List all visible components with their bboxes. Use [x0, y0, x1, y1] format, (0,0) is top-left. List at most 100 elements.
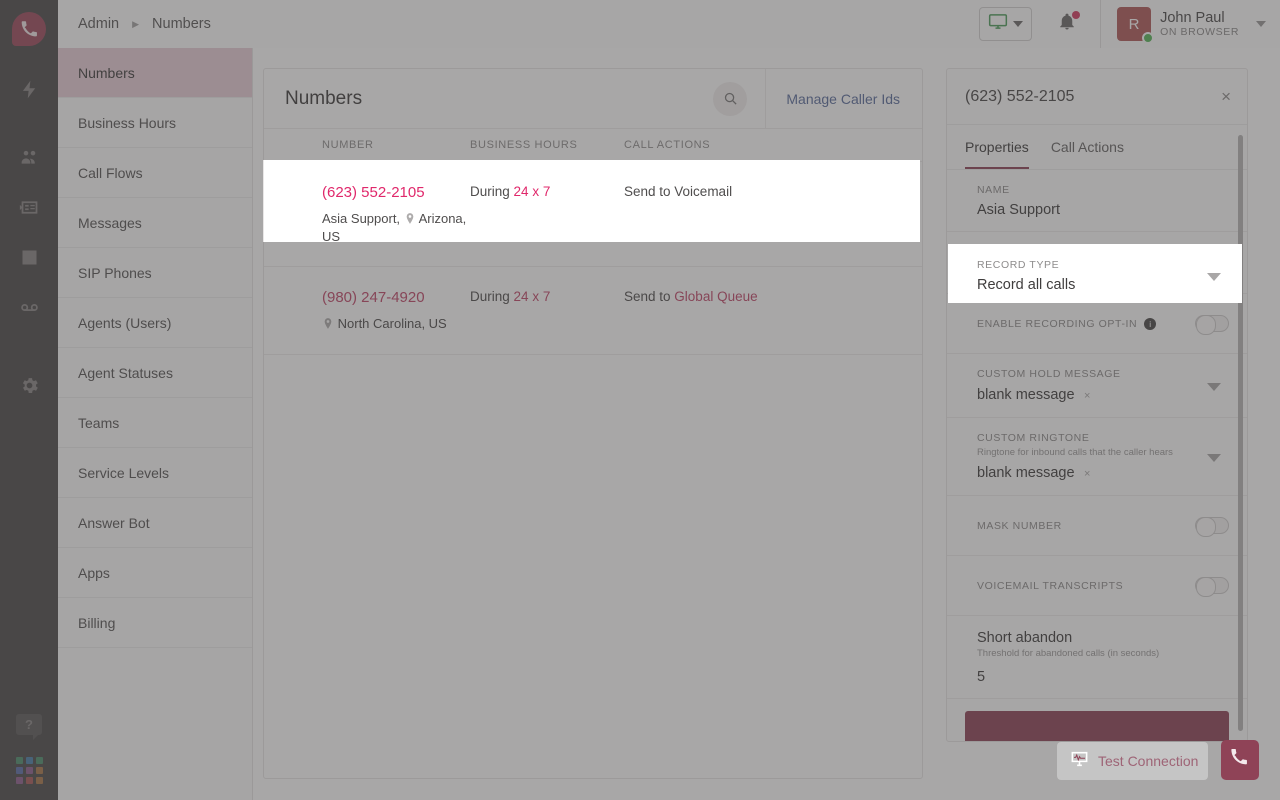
field-custom-ringtone[interactable]: CUSTOM RINGTONE Ringtone for inbound cal… [947, 418, 1247, 496]
field-voicemail-transcripts: VOICEMAIL TRANSCRIPTS [947, 556, 1247, 616]
detail-panel-title: (623) 552-2105 [965, 88, 1074, 106]
field-hint: Ringtone for inbound calls that the call… [977, 447, 1229, 458]
business-hours-cell: During 24 x 7 [470, 184, 624, 246]
lightning-bolt-icon[interactable] [0, 64, 58, 114]
action-link[interactable]: Global Queue [674, 289, 757, 304]
table-header: NUMBER BUSINESS HOURS CALL ACTIONS [264, 129, 922, 162]
page-title: Numbers [285, 88, 362, 110]
chevron-right-icon: ▶ [132, 19, 139, 30]
field-label: ENABLE RECORDING OPT-IN [977, 318, 1137, 330]
table-row[interactable]: (980) 247-4920 North Carolina, US During… [264, 267, 922, 354]
field-label: RECORD TYPE [977, 246, 1229, 258]
top-bar: Admin ▶ Numbers R [58, 0, 1280, 48]
field-custom-hold-message[interactable]: CUSTOM HOLD MESSAGE blank message × [947, 354, 1247, 418]
breadcrumb-numbers[interactable]: Numbers [152, 16, 211, 32]
action-text: Send to Voicemail [624, 184, 732, 199]
sidebar-item-label: Messages [78, 215, 142, 231]
sidebar-item-call-flows[interactable]: Call Flows [58, 148, 252, 198]
panel-scrollbar[interactable] [1238, 135, 1243, 731]
app-grid-icon[interactable] [16, 757, 43, 784]
detail-panel-header: (623) 552-2105 × [947, 69, 1247, 125]
detail-tabs: Properties Call Actions [947, 125, 1247, 170]
close-icon[interactable]: × [1221, 88, 1231, 105]
sidebar-item-label: Call Flows [78, 165, 143, 181]
number-location: North Carolina, US [338, 316, 447, 331]
voicemail-transcripts-toggle[interactable] [1195, 577, 1229, 594]
sidebar-item-sip-phones[interactable]: SIP Phones [58, 248, 252, 298]
sidebar-item-label: Agent Statuses [78, 365, 173, 381]
field-label: Short abandon [977, 630, 1229, 646]
sidebar-item-teams[interactable]: Teams [58, 398, 252, 448]
notification-badge [1072, 11, 1080, 19]
people-icon[interactable] [0, 132, 58, 182]
sidebar-item-label: Numbers [78, 65, 135, 81]
chevron-down-icon [1207, 454, 1221, 462]
bar-chart-icon[interactable] [0, 232, 58, 282]
field-value-row: blank message × [977, 386, 1229, 404]
table-row[interactable]: (623) 552-2105 Asia Support, Arizona, US… [264, 162, 922, 267]
field-record-type[interactable]: RECORD TYPE Record all calls [947, 232, 1247, 294]
help-glyph: ? [25, 717, 33, 732]
field-label: VOICEMAIL TRANSCRIPTS [977, 580, 1123, 592]
number-subtitle: Asia Support, Arizona, US [322, 211, 466, 244]
tab-properties[interactable]: Properties [965, 125, 1029, 169]
search-icon[interactable] [713, 82, 747, 116]
sidebar-item-business-hours[interactable]: Business Hours [58, 98, 252, 148]
test-connection-button[interactable]: Test Connection [1057, 742, 1208, 780]
rail-bottom-group: ? [0, 714, 58, 800]
field-value: blank message [977, 387, 1075, 403]
manage-caller-ids-link[interactable]: Manage Caller Ids [786, 91, 922, 107]
sidebar-item-label: SIP Phones [78, 265, 152, 281]
breadcrumb-admin[interactable]: Admin [78, 16, 119, 32]
sidebar-item-billing[interactable]: Billing [58, 598, 252, 648]
sidebar-item-agents[interactable]: Agents (Users) [58, 298, 252, 348]
phone-logo-icon[interactable] [12, 12, 46, 46]
sidebar-item-agent-statuses[interactable]: Agent Statuses [58, 348, 252, 398]
number-cell: (980) 247-4920 North Carolina, US [264, 289, 470, 333]
hours-value[interactable]: 24 x 7 [514, 289, 551, 304]
clear-icon[interactable]: × [1084, 468, 1090, 480]
clear-icon[interactable]: × [1084, 390, 1090, 402]
info-icon[interactable]: i [1144, 318, 1156, 330]
field-name: NAME Asia Support [947, 170, 1247, 232]
field-mask-number: MASK NUMBER [947, 496, 1247, 556]
user-info: John Paul ON BROWSER [1160, 10, 1239, 39]
icon-rail: ? [0, 0, 58, 800]
sidebar-item-answer-bot[interactable]: Answer Bot [58, 498, 252, 548]
sidebar-item-apps[interactable]: Apps [58, 548, 252, 598]
column-header-call-actions: CALL ACTIONS [624, 139, 922, 151]
field-hint: Threshold for abandoned calls (in second… [977, 648, 1229, 659]
business-hours-cell: During 24 x 7 [470, 289, 624, 333]
hours-value[interactable]: 24 x 7 [514, 184, 551, 199]
tab-call-actions[interactable]: Call Actions [1051, 125, 1124, 169]
sidebar-item-messages[interactable]: Messages [58, 198, 252, 248]
sidebar-item-numbers[interactable]: Numbers [58, 48, 252, 98]
gear-icon[interactable] [0, 360, 58, 410]
user-status: ON BROWSER [1160, 26, 1239, 38]
number-link[interactable]: (623) 552-2105 [322, 184, 470, 201]
voicemail-icon[interactable] [0, 282, 58, 332]
numbers-panel: Numbers Manage Caller Ids NUMBER BUSINES… [263, 68, 923, 779]
sidebar-item-label: Apps [78, 565, 110, 581]
save-button[interactable] [965, 711, 1229, 742]
number-subtitle: North Carolina, US [322, 316, 447, 331]
sidebar-item-service-levels[interactable]: Service Levels [58, 448, 252, 498]
notifications-button[interactable] [1050, 12, 1084, 37]
number-link[interactable]: (980) 247-4920 [322, 289, 470, 306]
sidebar-item-label: Teams [78, 415, 119, 431]
device-selector[interactable] [979, 7, 1032, 41]
field-label: MASK NUMBER [977, 520, 1062, 532]
field-value[interactable]: Asia Support [977, 202, 1229, 218]
contact-card-icon[interactable] [0, 182, 58, 232]
number-detail-panel: (623) 552-2105 × Properties Call Actions… [946, 68, 1248, 742]
opt-in-toggle[interactable] [1195, 315, 1229, 332]
user-menu[interactable]: R John Paul ON BROWSER [1101, 7, 1280, 41]
location-pin-icon [406, 211, 414, 222]
field-value[interactable]: 5 [977, 669, 1229, 685]
app-root: ? Admin ▶ Numbers [0, 0, 1280, 800]
help-icon[interactable]: ? [16, 714, 42, 735]
phone-icon [1231, 749, 1249, 772]
mask-number-toggle[interactable] [1195, 517, 1229, 534]
field-value: Record all calls [977, 264, 1229, 280]
call-button[interactable] [1221, 740, 1259, 780]
